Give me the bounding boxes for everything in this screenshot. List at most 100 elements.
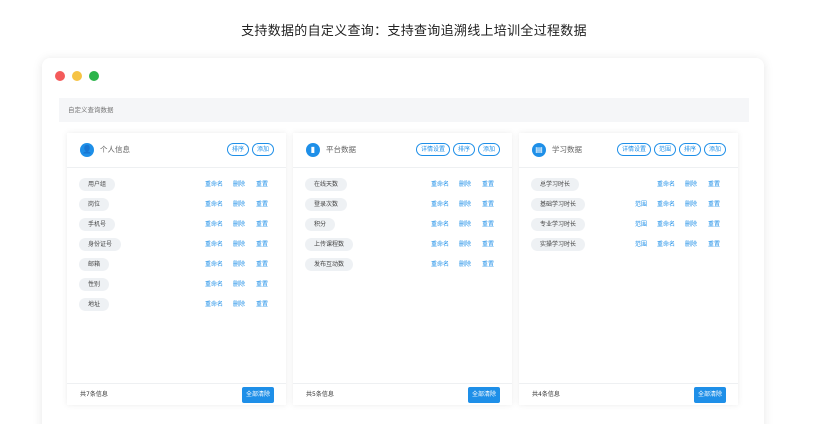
clear-all-button[interactable]: 全部清除 [241, 387, 274, 403]
field-action-link[interactable]: 删除 [685, 238, 697, 251]
panel-header: ▤ 学习数据 详情设置 范围 排序 添加 [519, 133, 738, 168]
field-action-link[interactable]: 重命名 [431, 258, 449, 271]
field-action-link[interactable]: 范围 [635, 198, 647, 211]
field-action-link[interactable]: 删除 [459, 258, 471, 271]
panel-1: 👤 个人信息 排序 添加 用户组 重命名 删除 重置 岗位 重命名 删除 重置 手机号 重命名 删除 重置 身份… [67, 133, 286, 405]
field-action-link[interactable]: 重命名 [205, 258, 223, 271]
field-action-link[interactable]: 重置 [256, 198, 268, 211]
field-action-link[interactable]: 删除 [459, 178, 471, 191]
field-action-link[interactable]: 重置 [256, 178, 268, 191]
field-action-link[interactable]: 删除 [233, 178, 245, 191]
field-chip[interactable]: 积分 [305, 218, 336, 231]
bar-chart-icon: ▮ [306, 143, 320, 157]
field-action-link[interactable]: 删除 [459, 238, 471, 251]
field-action-link[interactable]: 删除 [233, 298, 245, 311]
field-action-link[interactable]: 重置 [708, 218, 720, 231]
field-action-link[interactable]: 重命名 [431, 238, 449, 251]
field-action-link[interactable]: 重置 [482, 218, 494, 231]
field-chip[interactable]: 发布互动数 [305, 258, 354, 271]
field-chip[interactable]: 基础学习时长 [531, 198, 586, 211]
field-action-link[interactable]: 范围 [635, 238, 647, 251]
field-row: 上传课程数 重命名 删除 重置 [293, 235, 512, 255]
field-row: 地址 重命名 删除 重置 [67, 295, 286, 315]
field-action-link[interactable]: 删除 [459, 198, 471, 211]
panel-header-button[interactable]: 排序 [678, 143, 701, 156]
field-chip[interactable]: 专业学习时长 [531, 218, 586, 231]
field-action-link[interactable]: 重置 [708, 198, 720, 211]
field-chip[interactable]: 实操学习时长 [531, 238, 586, 251]
field-action-link[interactable]: 重置 [708, 178, 720, 191]
field-action-link[interactable]: 删除 [459, 218, 471, 231]
field-chip[interactable]: 身份证号 [79, 238, 122, 251]
panel-header-buttons: 详情设置 排序 添加 [415, 143, 500, 156]
field-action-link[interactable]: 重置 [708, 238, 720, 251]
clear-all-button[interactable]: 全部清除 [467, 387, 500, 403]
field-action-link[interactable]: 删除 [233, 198, 245, 211]
field-action-link[interactable]: 范围 [635, 218, 647, 231]
close-window-button[interactable] [55, 71, 65, 81]
field-action-link[interactable]: 删除 [233, 278, 245, 291]
field-action-link[interactable]: 重命名 [431, 178, 449, 191]
field-row: 积分 重命名 删除 重置 [293, 215, 512, 235]
field-action-link[interactable]: 重命名 [431, 218, 449, 231]
field-chip[interactable]: 性别 [79, 278, 110, 291]
field-chip[interactable]: 登录次数 [305, 198, 348, 211]
panel-header-button[interactable]: 排序 [226, 143, 249, 156]
panel-title: 学习数据 [552, 145, 582, 154]
field-chip[interactable]: 在线天数 [305, 178, 348, 191]
panel-header-button[interactable]: 详情设置 [415, 143, 450, 156]
field-row: 手机号 重命名 删除 重置 [67, 215, 286, 235]
field-action-link[interactable]: 重置 [482, 178, 494, 191]
field-chip[interactable]: 邮箱 [79, 258, 110, 271]
field-chip[interactable]: 地址 [79, 298, 110, 311]
panel-header-button[interactable]: 详情设置 [616, 143, 651, 156]
field-chip[interactable]: 岗位 [79, 198, 110, 211]
panel-2: ▮ 平台数据 详情设置 排序 添加 在线天数 重命名 删除 重置 登录次数 重命名 删除 重置 积分 重命名… [293, 133, 512, 405]
field-row: 基础学习时长 范围 重命名 删除 重置 [519, 195, 738, 215]
field-action-link[interactable]: 删除 [685, 198, 697, 211]
field-action-link[interactable]: 重置 [482, 238, 494, 251]
field-action-link[interactable]: 重置 [256, 298, 268, 311]
panel-title: 个人信息 [100, 145, 130, 154]
field-action-link[interactable]: 重命名 [205, 218, 223, 231]
field-action-link[interactable]: 删除 [233, 238, 245, 251]
panel-header-button[interactable]: 排序 [452, 143, 475, 156]
field-action-link[interactable]: 重命名 [205, 298, 223, 311]
field-chip[interactable]: 总学习时长 [531, 178, 580, 191]
panel-header-button[interactable]: 添加 [251, 143, 274, 156]
field-chip[interactable]: 上传课程数 [305, 238, 354, 251]
book-icon: ▤ [532, 143, 546, 157]
field-action-link[interactable]: 重命名 [657, 198, 675, 211]
field-chip[interactable]: 手机号 [79, 218, 116, 231]
panel-header-button[interactable]: 添加 [703, 143, 726, 156]
panel-header: ▮ 平台数据 详情设置 排序 添加 [293, 133, 512, 168]
panel-header-button[interactable]: 添加 [477, 143, 500, 156]
record-count: 共4条信息 [532, 391, 560, 398]
panel-header-button[interactable]: 范围 [653, 143, 676, 156]
field-action-link[interactable]: 重置 [256, 278, 268, 291]
field-action-link[interactable]: 重置 [482, 198, 494, 211]
field-action-link[interactable]: 重命名 [657, 238, 675, 251]
field-action-link[interactable]: 重置 [482, 258, 494, 271]
clear-all-button[interactable]: 全部清除 [693, 387, 726, 403]
maximize-window-button[interactable] [89, 71, 99, 81]
field-action-link[interactable]: 重命名 [205, 178, 223, 191]
field-action-link[interactable]: 重命名 [205, 238, 223, 251]
field-action-link[interactable]: 重置 [256, 218, 268, 231]
field-chip[interactable]: 用户组 [79, 178, 116, 191]
field-action-link[interactable]: 删除 [233, 218, 245, 231]
minimize-window-button[interactable] [72, 71, 82, 81]
panel-footer: 共5条信息 全部清除 [293, 383, 512, 405]
field-row: 在线天数 重命名 删除 重置 [293, 175, 512, 195]
panel-title: 平台数据 [326, 145, 356, 154]
field-action-link[interactable]: 删除 [685, 178, 697, 191]
field-action-link[interactable]: 重命名 [205, 278, 223, 291]
field-action-link[interactable]: 重命名 [431, 198, 449, 211]
field-action-link[interactable]: 删除 [685, 218, 697, 231]
field-action-link[interactable]: 重置 [256, 258, 268, 271]
field-action-link[interactable]: 删除 [233, 258, 245, 271]
field-action-link[interactable]: 重命名 [657, 178, 675, 191]
field-action-link[interactable]: 重置 [256, 238, 268, 251]
field-action-link[interactable]: 重命名 [657, 218, 675, 231]
field-action-link[interactable]: 重命名 [205, 198, 223, 211]
